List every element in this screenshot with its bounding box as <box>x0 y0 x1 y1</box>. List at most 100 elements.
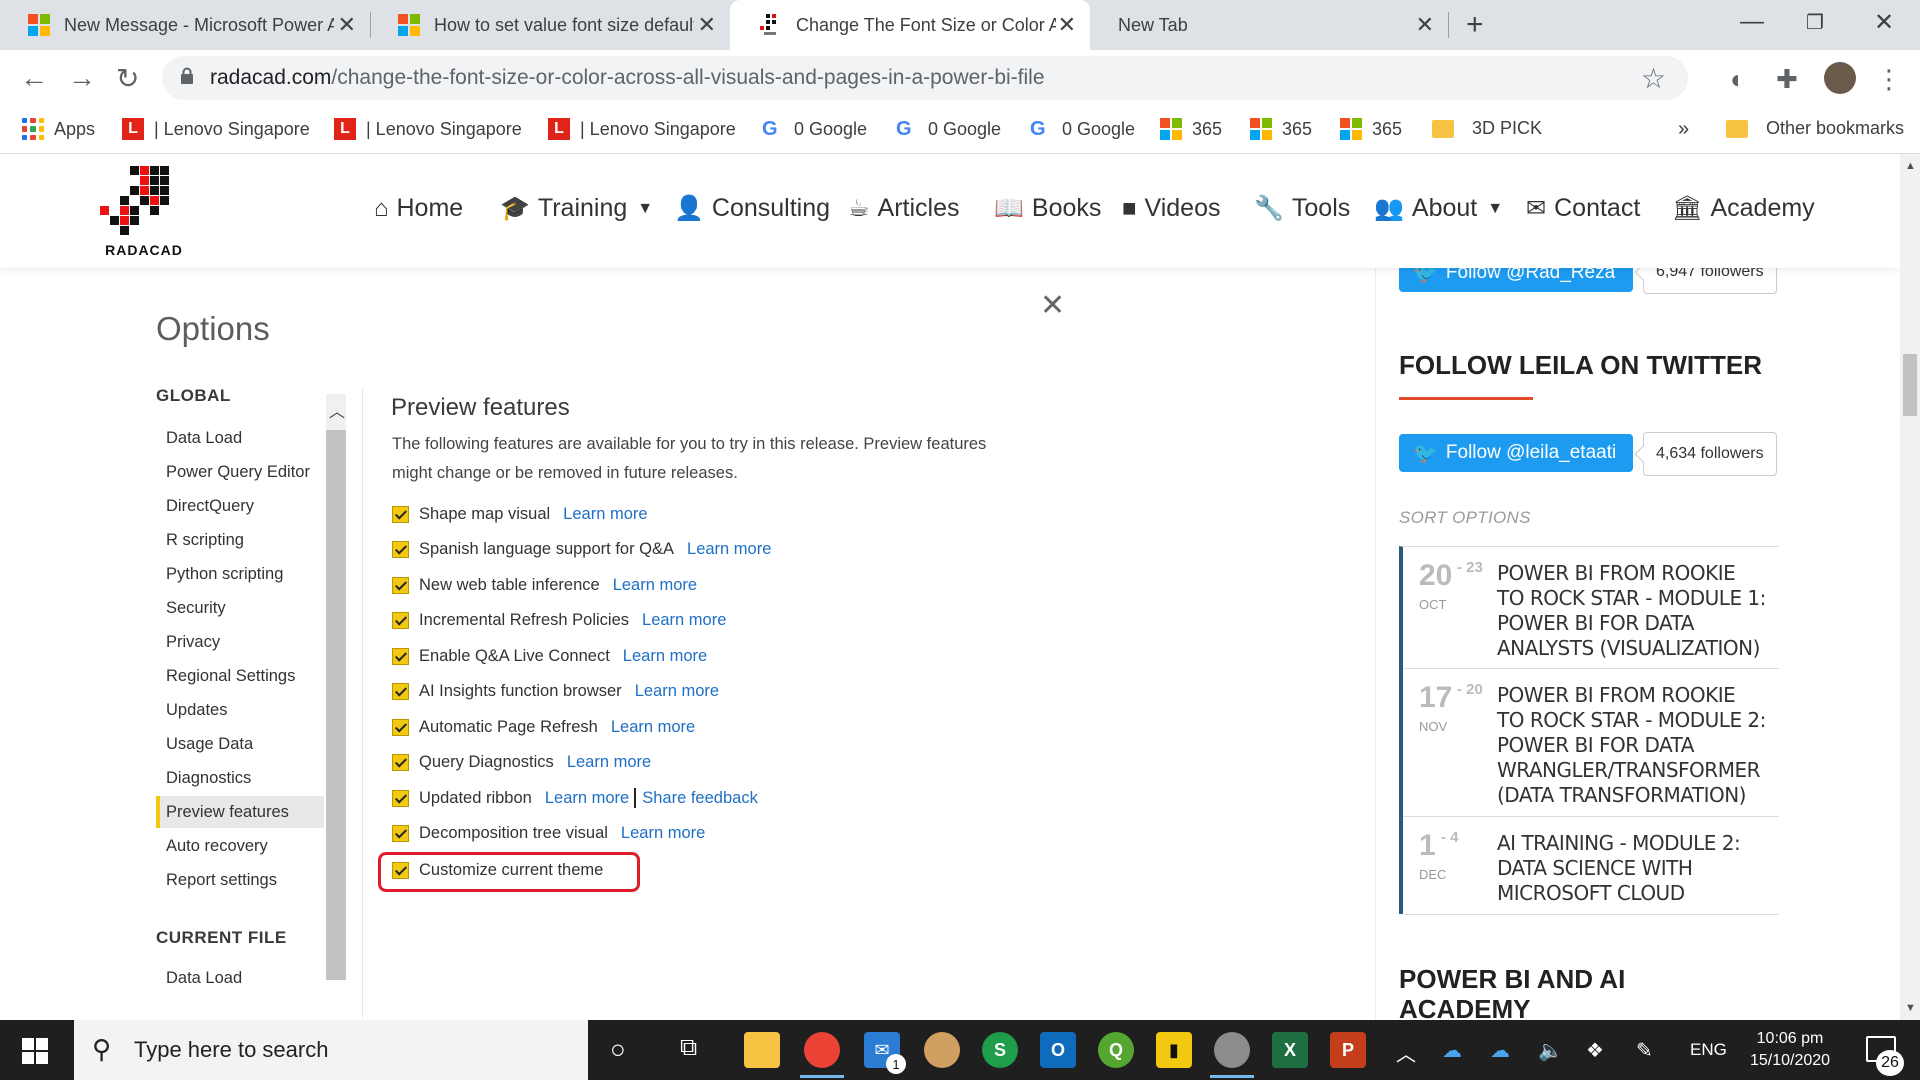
bookmark-google-2[interactable]: G 0 Google <box>896 118 1001 141</box>
volume-icon[interactable]: 🔈 <box>1538 1038 1563 1063</box>
dropbox-icon[interactable]: ❖ <box>1586 1038 1604 1063</box>
bookmark-365-3[interactable]: 365 <box>1340 118 1402 140</box>
checkbox[interactable] <box>392 789 409 807</box>
share-feedback-link[interactable]: Share feedback <box>642 789 758 808</box>
tray-chevron-up-icon[interactable]: ︿ <box>1396 1038 1416 1067</box>
address-bar[interactable]: radacad.com/change-the-font-size-or-colo… <box>162 56 1688 100</box>
bookmark-star-icon[interactable]: ☆ <box>1641 62 1666 95</box>
close-icon[interactable]: ✕ <box>1416 12 1434 38</box>
new-tab-plus-icon[interactable]: + <box>1466 8 1484 42</box>
taskbar-clock[interactable]: 10:06 pm 15/10/2020 <box>1730 1028 1850 1072</box>
close-icon[interactable]: ✕ <box>1040 288 1065 323</box>
bookmark-365-1[interactable]: 365 <box>1160 118 1222 140</box>
options-item-preview-features[interactable]: Preview features <box>156 796 324 828</box>
extensions-puzzle-icon[interactable]: ✚ <box>1776 64 1798 95</box>
bookmark-other[interactable]: Other bookmarks <box>1726 118 1904 139</box>
options-item-auto-recovery[interactable]: Auto recovery <box>156 830 324 862</box>
sort-options[interactable]: SORT OPTIONS <box>1399 508 1531 528</box>
bookmark-365-2[interactable]: 365 <box>1250 118 1312 140</box>
outlook-icon[interactable]: O <box>1040 1032 1076 1068</box>
checkbox[interactable] <box>392 647 409 665</box>
tab-font-size-default[interactable]: How to set value font size default ✕ <box>370 0 730 50</box>
nav-training[interactable]: 🎓 Training ▼ <box>500 194 653 223</box>
learn-more-link[interactable]: Learn more <box>563 505 647 524</box>
page-scrollbar[interactable]: ▲ ▼ <box>1900 154 1920 1020</box>
learn-more-link[interactable]: Learn more <box>621 824 705 843</box>
learn-more-link[interactable]: Learn more <box>611 718 695 737</box>
nav-contact[interactable]: ✉ Contact <box>1526 194 1640 223</box>
language-indicator[interactable]: ENG <box>1690 1040 1727 1060</box>
onedrive-icon[interactable]: ☁ <box>1442 1038 1462 1063</box>
nav-videos[interactable]: ■ Videos <box>1122 194 1221 223</box>
paint-icon[interactable] <box>924 1032 960 1068</box>
scroll-up-arrow-icon[interactable]: ▲ <box>1905 160 1916 172</box>
scroll-down-arrow-icon[interactable]: ▼ <box>1905 1002 1916 1014</box>
close-icon[interactable]: ✕ <box>338 12 356 38</box>
options-item-current-data-load[interactable]: Data Load <box>156 962 324 994</box>
nav-home[interactable]: ⌂ Home <box>374 194 463 223</box>
chevron-up-icon[interactable]: ︿ <box>329 398 345 422</box>
profile-avatar[interactable] <box>1824 62 1856 94</box>
task-view-icon[interactable]: ⧉ <box>680 1034 697 1062</box>
options-item-power-query-editor[interactable]: Power Query Editor <box>156 456 324 488</box>
powerpoint-icon[interactable]: P <box>1330 1032 1366 1068</box>
learn-more-link[interactable]: Learn more <box>567 753 651 772</box>
power-bi-icon[interactable]: ▮ <box>1156 1032 1192 1068</box>
follow-leila-button[interactable]: 🐦 Follow @leila_etaati <box>1399 434 1633 472</box>
checkbox[interactable] <box>392 576 409 594</box>
event-item[interactable]: 20 - 23 OCT POWER BI FROM ROOKIE TO ROCK… <box>1403 547 1779 669</box>
chrome-profile-icon[interactable] <box>1210 1032 1254 1078</box>
windows-start-icon[interactable] <box>22 1038 48 1064</box>
learn-more-link[interactable]: Learn more <box>613 576 697 595</box>
file-explorer-icon[interactable] <box>744 1032 780 1068</box>
checkbox[interactable] <box>392 824 409 842</box>
minimize-icon[interactable]: — <box>1740 8 1764 36</box>
window-close-icon[interactable]: ✕ <box>1874 8 1894 37</box>
cortana-circle-icon[interactable]: ○ <box>610 1034 626 1065</box>
options-item-security[interactable]: Security <box>156 592 324 624</box>
bookmark-lenovo-3[interactable]: L | Lenovo Singapore <box>548 118 736 140</box>
nav-books[interactable]: 📖 Books <box>994 194 1101 223</box>
scrollbar-thumb[interactable] <box>326 430 346 980</box>
bookmark-lenovo-2[interactable]: L | Lenovo Singapore <box>334 118 522 140</box>
pen-icon[interactable]: ✎ <box>1636 1038 1653 1063</box>
close-icon[interactable]: ✕ <box>698 12 716 38</box>
bookmark-google-1[interactable]: G 0 Google <box>762 118 867 141</box>
nav-academy[interactable]: 🏛 Academy <box>1672 194 1815 223</box>
event-item[interactable]: 17 - 20 NOV POWER BI FROM ROOKIE TO ROCK… <box>1403 669 1779 817</box>
close-icon[interactable]: ✕ <box>1058 12 1076 38</box>
event-title[interactable]: POWER BI FROM ROOKIE TO ROCK STAR - MODU… <box>1497 683 1767 808</box>
nav-articles[interactable]: ☕ Articles <box>848 194 959 223</box>
bookmark-3d-pick[interactable]: 3D PICK <box>1432 118 1542 139</box>
chrome-icon[interactable] <box>800 1032 844 1078</box>
learn-more-link[interactable]: Learn more <box>687 540 771 559</box>
event-title[interactable]: AI TRAINING - MODULE 2: DATA SCIENCE WIT… <box>1497 831 1767 906</box>
tab-new-tab[interactable]: New Tab ✕ <box>1090 0 1448 50</box>
learn-more-link[interactable]: Learn more <box>623 647 707 666</box>
menu-kebab-icon[interactable]: ⋮ <box>1876 64 1902 95</box>
taskbar-search-input[interactable]: ⚲ Type here to search <box>74 1020 588 1080</box>
nav-consulting[interactable]: 👤 Consulting <box>674 194 830 223</box>
skype-icon[interactable]: S <box>982 1032 1018 1068</box>
bookmark-google-3[interactable]: G 0 Google <box>1030 118 1135 141</box>
back-arrow-icon[interactable]: ← <box>20 62 48 94</box>
radacad-logo[interactable]: RADACAD <box>92 164 196 260</box>
reload-icon[interactable]: ↻ <box>116 62 139 95</box>
nav-tools[interactable]: 🔧 Tools <box>1254 194 1350 223</box>
forward-arrow-icon[interactable]: → <box>68 62 96 94</box>
tab-power-automate[interactable]: New Message - Microsoft Power Automate ✕ <box>0 0 370 50</box>
checkbox[interactable] <box>392 753 409 771</box>
more-bookmarks-chevron-icon[interactable]: » <box>1678 118 1689 141</box>
bookmark-apps[interactable]: Apps <box>22 118 95 140</box>
options-item-diagnostics[interactable]: Diagnostics <box>156 762 324 794</box>
checkbox[interactable] <box>392 682 409 700</box>
options-item-usage-data[interactable]: Usage Data <box>156 728 324 760</box>
options-scrollbar[interactable]: ︿ <box>326 394 346 980</box>
learn-more-link[interactable]: Learn more <box>635 682 719 701</box>
options-item-r-scripting[interactable]: R scripting <box>156 524 324 556</box>
excel-icon[interactable]: X <box>1272 1032 1308 1068</box>
options-item-python-scripting[interactable]: Python scripting <box>156 558 324 590</box>
checkbox[interactable] <box>392 505 409 523</box>
options-item-directquery[interactable]: DirectQuery <box>156 490 324 522</box>
restore-icon[interactable]: ❐ <box>1806 10 1824 35</box>
